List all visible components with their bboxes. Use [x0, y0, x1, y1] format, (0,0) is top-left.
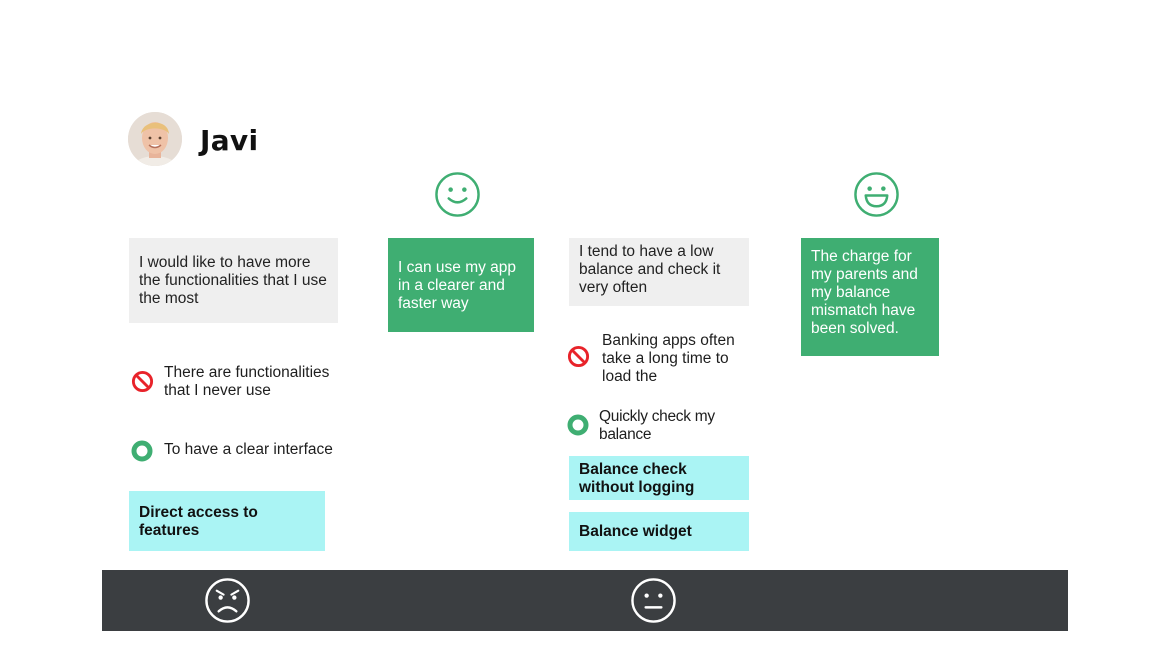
solution-card: Balance widget — [569, 512, 749, 551]
gain-point: To have a clear interface — [164, 441, 333, 458]
pain-point: There are functionalities that I never u… — [164, 364, 330, 399]
pain-point: Banking apps often take a long time to l… — [602, 332, 735, 385]
need-card: I tend to have a low balance and check i… — [569, 238, 749, 306]
smiley-icon — [434, 171, 481, 218]
gain-point: Quickly check my balance — [599, 408, 715, 443]
need-card: I would like to have more the functional… — [129, 238, 338, 323]
angry-face-icon — [204, 577, 251, 624]
outcome-card: The charge for my parents and my balance… — [801, 238, 939, 356]
solution-card: Direct access to features — [129, 491, 325, 551]
avatar — [128, 112, 182, 166]
circle-check-icon — [567, 414, 589, 441]
outcome-card: I can use my app in a clearer and faster… — [388, 238, 534, 332]
person-photo-icon — [128, 112, 182, 166]
persona-name: Javi — [200, 124, 259, 157]
neutral-face-icon — [630, 577, 677, 624]
grinning-face-icon — [853, 171, 900, 218]
no-entry-icon — [131, 370, 154, 398]
circle-check-icon — [131, 440, 153, 467]
no-entry-icon — [567, 345, 590, 373]
solution-card: Balance check without logging — [569, 456, 749, 500]
